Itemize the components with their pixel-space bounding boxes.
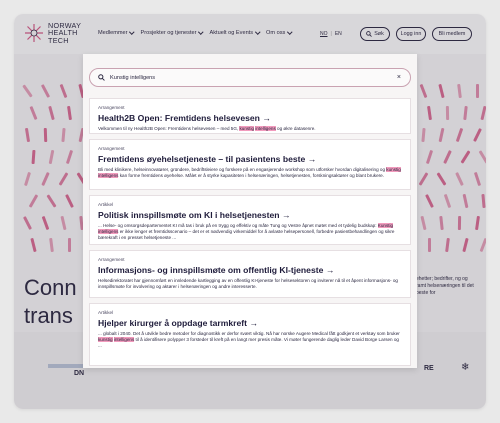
result-type: Artikkel (98, 202, 114, 207)
result-type: Arrangement (98, 105, 125, 110)
result-type: Arrangement (98, 257, 125, 262)
search-highlight: kunstig (239, 126, 255, 131)
search-highlight: Kunstig (377, 223, 394, 228)
search-result-card[interactable]: Arrangement Informasjons- og innspillsmøt… (89, 250, 411, 298)
result-title-link[interactable]: Hjelper kirurger å oppdage tarmkreft → (98, 318, 402, 328)
search-highlight: intelligens (113, 337, 135, 343)
search-bar: × (89, 68, 411, 87)
result-title-link[interactable]: Politisk innspillsmøte om KI i helsetjen… (98, 210, 402, 220)
search-highlight: intelligens (98, 173, 119, 179)
search-highlight: kunstig (98, 337, 113, 343)
search-highlight: kunstig (386, 167, 401, 172)
result-type: Artikkel (98, 310, 114, 315)
search-result-card[interactable]: Artikkel Politisk innspillsmøte om KI i h… (89, 195, 411, 245)
search-result-card[interactable]: Artikkel Hjelper kirurger å oppdage tarmk… (89, 303, 411, 366)
search-result-card[interactable]: Arrangement Fremtidens øyehelsetjeneste –… (89, 139, 411, 190)
result-title-link[interactable]: Informasjons- og innspillsmøte om offent… (98, 265, 402, 275)
result-title-link[interactable]: Health2B Open: Fremtidens helsevesen → (98, 113, 402, 123)
close-icon[interactable]: × (397, 74, 401, 81)
search-highlight: intelligens (255, 126, 276, 131)
result-title-link[interactable]: Fremtidens øyehelsetjeneste – til pasien… (98, 154, 402, 164)
search-input[interactable] (110, 74, 390, 81)
result-description: Velkommen til ny Health2B Open: Fremtide… (98, 126, 316, 131)
result-description: Helsedirektoratet har gjennomført en inn… (98, 278, 398, 290)
search-icon (98, 74, 105, 81)
result-description: ... globalt i 2040. Det å utvikle bedre … (98, 331, 400, 349)
result-description: ... Helse- og omsorgsdepartementet KI må… (98, 223, 395, 241)
result-description: Bli med klinikere, helseinnovatører, grü… (98, 167, 401, 179)
search-result-card[interactable]: Arrangement Health2B Open: Fremtidens hel… (89, 98, 411, 134)
result-type: Arrangement (98, 146, 125, 151)
search-modal: × Arrangement Health2B Open: Fremtidens h… (83, 54, 417, 368)
browser-window: Conn trans ehetter; bedrifter, ng og ram… (14, 14, 486, 409)
search-highlight: intelligens (98, 229, 119, 235)
